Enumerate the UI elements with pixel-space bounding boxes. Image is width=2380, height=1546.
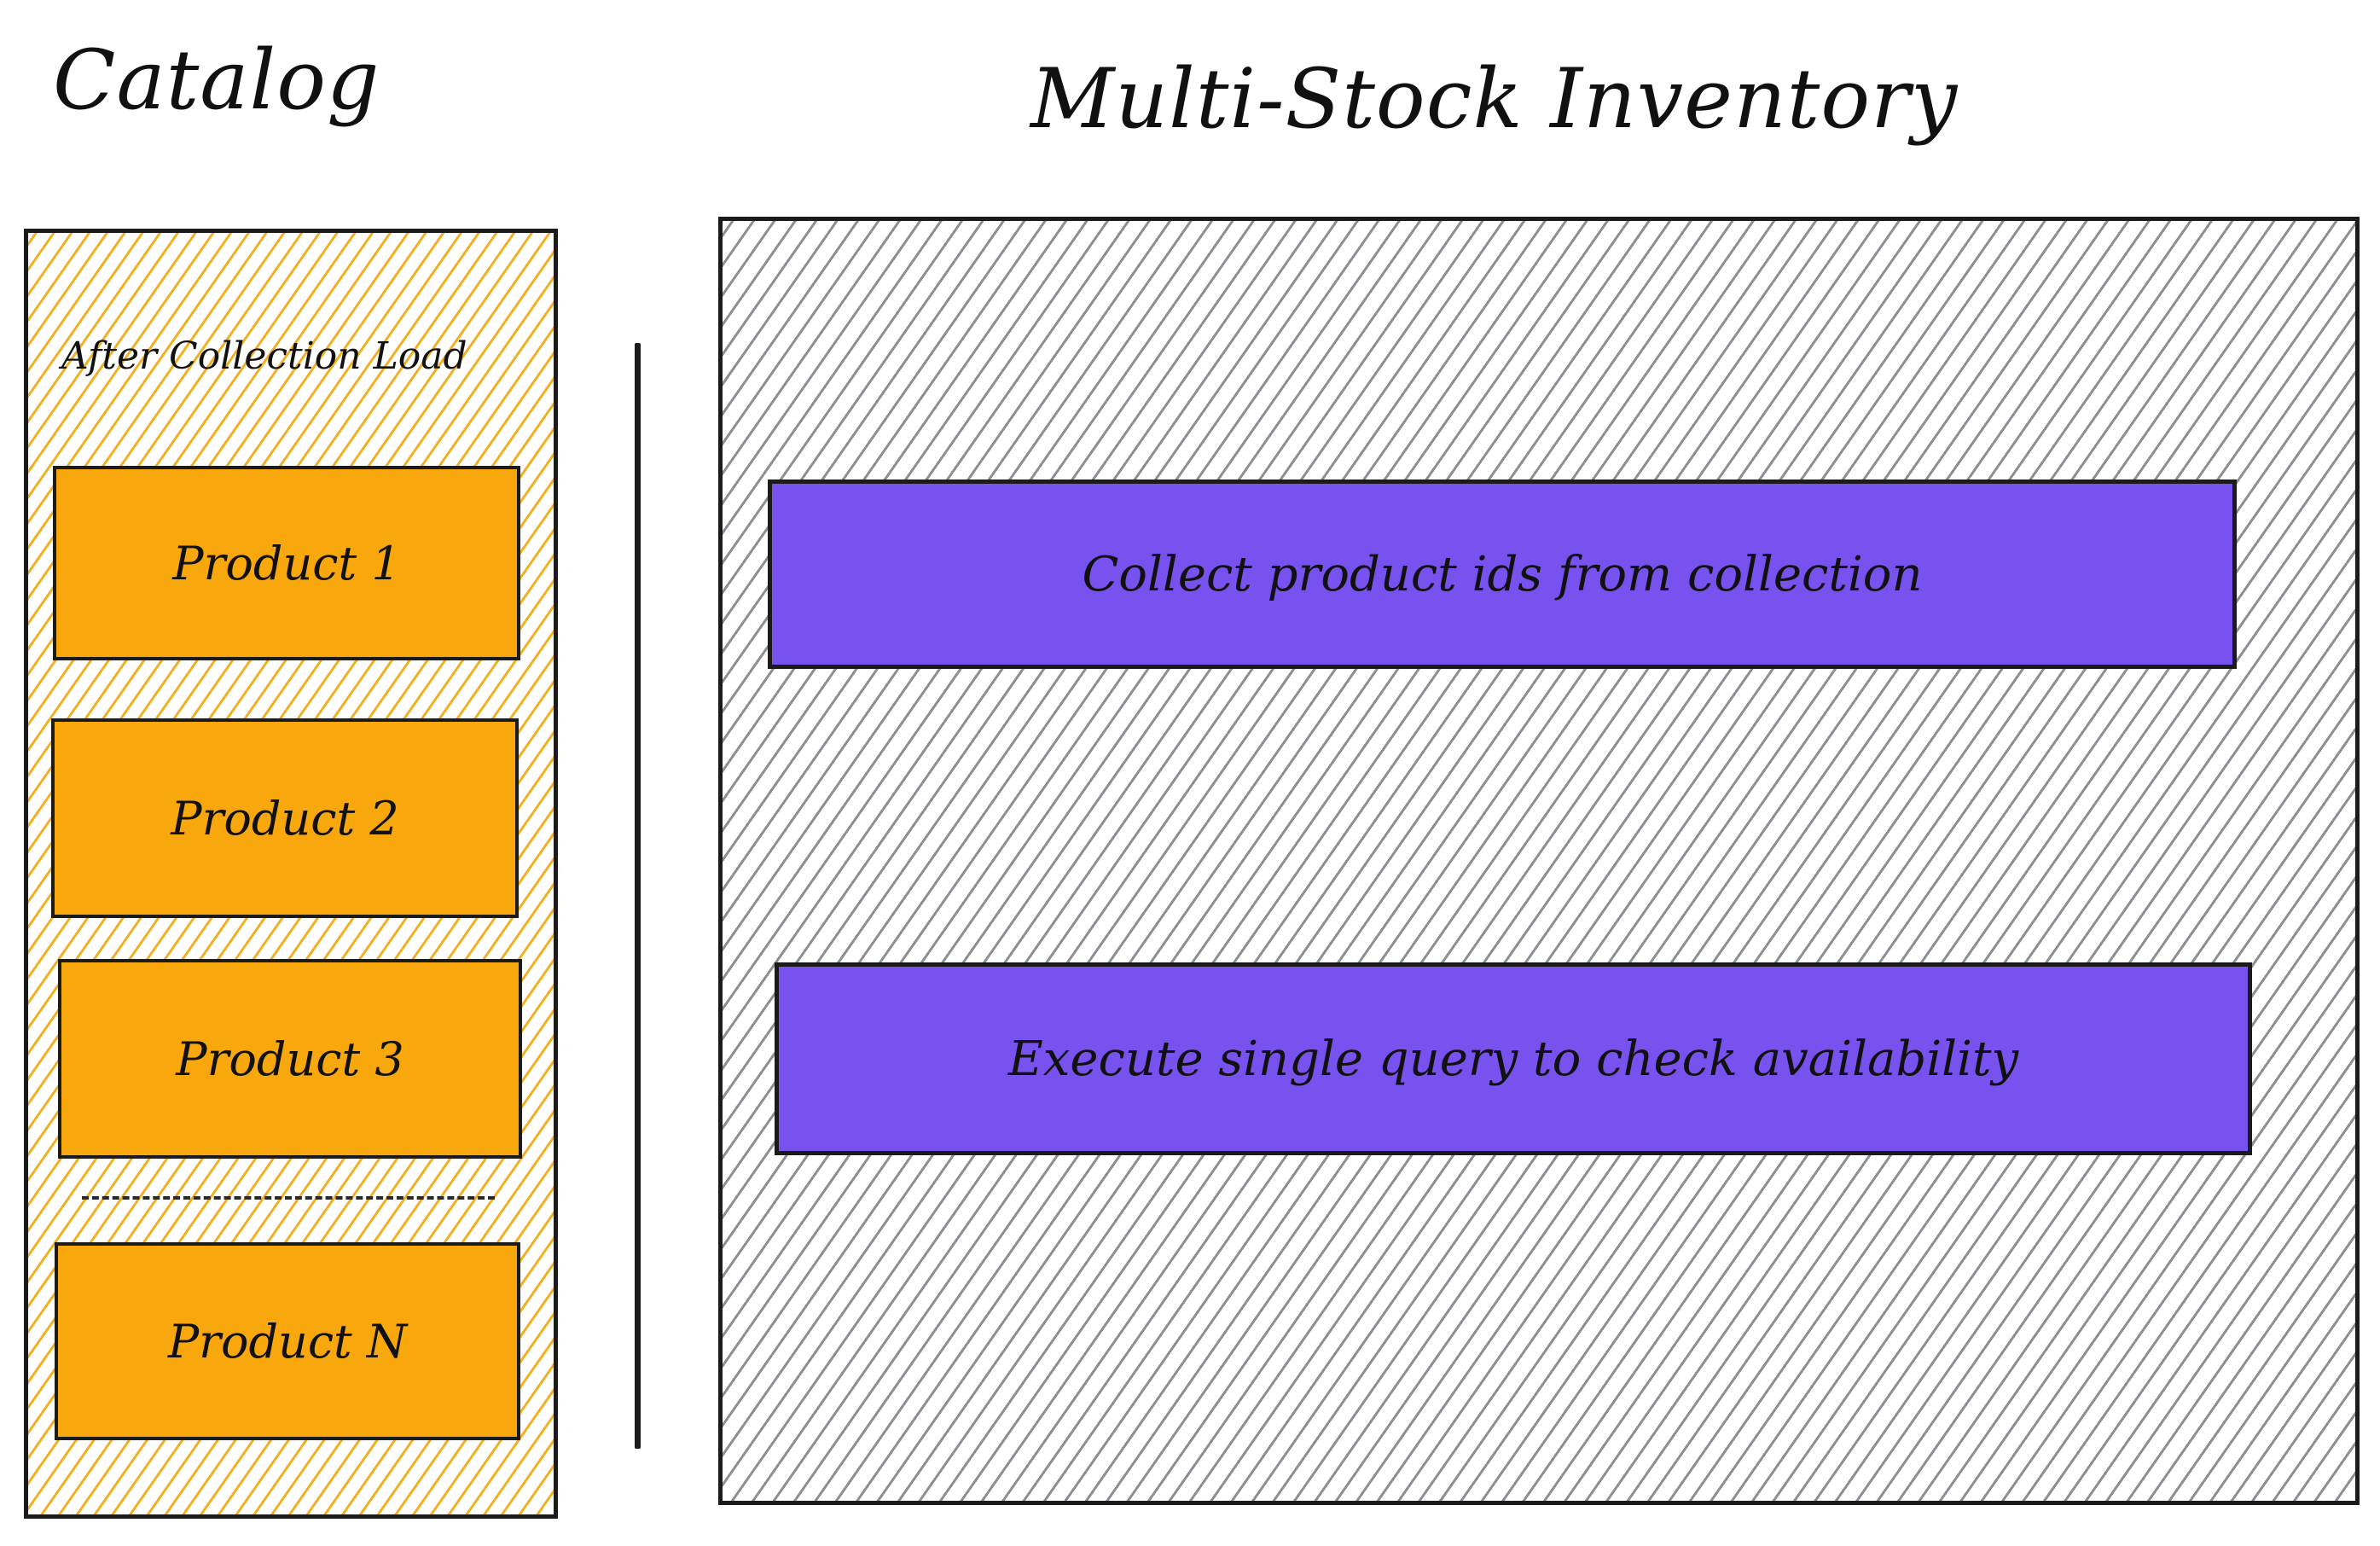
step-collect-ids: Collect product ids from collection [768,479,2237,669]
product-card: Product 2 [51,718,519,918]
step-label: Execute single query to check availabili… [1007,1031,2019,1087]
product-card: Product 1 [53,466,520,660]
product-label: Product N [167,1314,408,1369]
product-card: Product N [55,1242,520,1440]
catalog-caption: After Collection Load [61,334,467,378]
product-card: Product 3 [58,959,522,1159]
inventory-title: Multi-Stock Inventory [1030,51,1959,147]
vertical-separator [635,343,641,1449]
catalog-title: Catalog [53,32,380,128]
more-products-dashed-divider [82,1196,495,1200]
step-execute-query: Execute single query to check availabili… [775,962,2252,1155]
inventory-panel [718,217,2360,1505]
product-label: Product 1 [172,536,401,590]
product-label: Product 3 [176,1032,404,1086]
product-label: Product 2 [171,791,399,846]
step-label: Collect product ids from collection [1082,546,1923,602]
